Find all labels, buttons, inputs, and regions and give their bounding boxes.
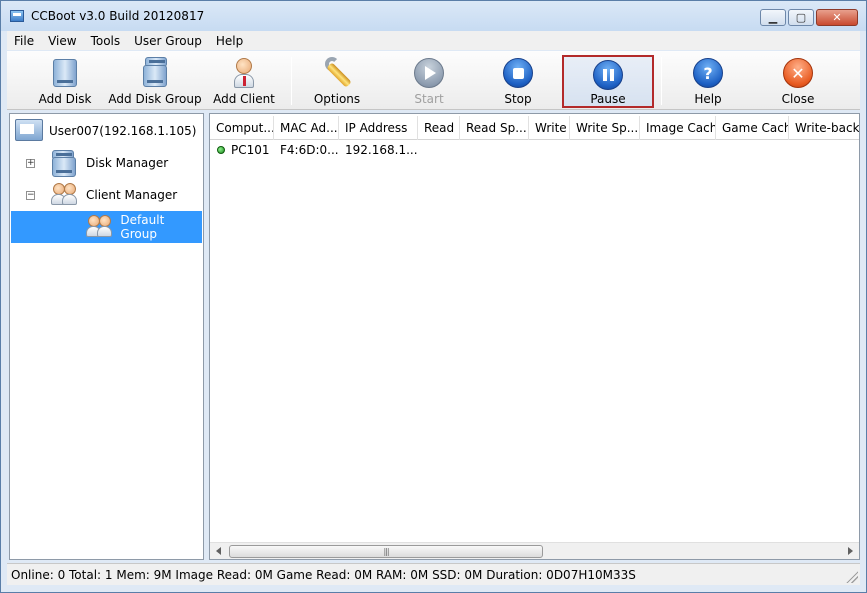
play-icon (413, 57, 445, 89)
default-group-icon (85, 213, 114, 241)
close-icon: ✕ (832, 11, 842, 24)
add-disk-label: Add Disk (38, 92, 92, 106)
minimize-icon: ▁ (768, 11, 778, 24)
scroll-left-icon[interactable] (216, 547, 221, 555)
table-row[interactable]: PC101 F4:6D:0... 192.168.1.... (210, 140, 418, 160)
menu-help[interactable]: Help (209, 34, 250, 48)
help-button[interactable]: ? Help (683, 51, 733, 108)
server-icon (13, 117, 47, 145)
options-button[interactable]: Options (309, 51, 365, 108)
add-client-button[interactable]: Add Client (210, 51, 278, 108)
column-read[interactable]: Read (418, 116, 460, 140)
grip-icon: ||| (383, 547, 389, 556)
cell-ip-address: 192.168.1.... (345, 143, 418, 157)
close-window-button[interactable]: ✕ (816, 9, 858, 26)
navigation-tree[interactable]: User007(192.168.1.105) + Disk Manager − … (9, 113, 204, 560)
column-write[interactable]: Write (529, 116, 570, 140)
column-ip-address[interactable]: IP Address (339, 116, 418, 140)
column-computer[interactable]: Comput... (210, 116, 274, 140)
column-game-cache[interactable]: Game Cache (716, 116, 789, 140)
app-window: CCBoot v3.0 Build 20120817 ▁ ▢ ✕ File Vi… (0, 0, 867, 593)
menu-file[interactable]: File (7, 34, 41, 48)
pause-label: Pause (590, 92, 626, 106)
disk-icon (49, 57, 81, 89)
cell-mac-address: F4:6D:0... (280, 143, 339, 157)
client-icon (228, 57, 260, 89)
client-manager-label: Client Manager (86, 188, 178, 202)
help-icon: ? (692, 57, 724, 89)
start-button[interactable]: Start (403, 51, 455, 108)
add-client-label: Add Client (213, 92, 275, 106)
expand-disk-manager-icon[interactable]: + (26, 159, 35, 168)
column-image-cache[interactable]: Image Cache (640, 116, 716, 140)
tree-item-client-manager[interactable]: Client Manager (50, 181, 177, 209)
status-text: Online: 0 Total: 1 Mem: 9M Image Read: 0… (11, 567, 636, 582)
pause-button[interactable]: Pause (562, 55, 654, 108)
maximize-icon: ▢ (795, 11, 807, 24)
options-label: Options (313, 92, 361, 106)
add-disk-group-button[interactable]: Add Disk Group (108, 51, 202, 108)
computer-name: PC101 (231, 143, 270, 157)
tree-item-disk-manager[interactable]: Disk Manager (50, 149, 168, 177)
minimize-button[interactable]: ▁ (760, 9, 786, 26)
title-bar[interactable]: CCBoot v3.0 Build 20120817 ▁ ▢ ✕ (1, 1, 866, 31)
column-write-back-cache[interactable]: Write-back C (789, 116, 859, 140)
pause-icon (592, 59, 624, 90)
online-status-icon (217, 146, 225, 154)
add-disk-group-label: Add Disk Group (108, 92, 202, 106)
menu-tools[interactable]: Tools (84, 34, 128, 48)
stop-label: Stop (504, 92, 532, 106)
close-circle-icon: ✕ (782, 57, 814, 89)
maximize-button[interactable]: ▢ (788, 9, 814, 26)
toolbar: Add Disk Add Disk Group Add Client Optio… (7, 51, 860, 110)
menu-user-group[interactable]: User Group (127, 34, 209, 48)
resize-grip-icon[interactable] (846, 571, 858, 583)
collapse-client-manager-icon[interactable]: − (26, 191, 35, 200)
default-group-label: Default Group (120, 213, 165, 241)
column-mac-address[interactable]: MAC Ad... (274, 116, 339, 140)
list-header: Comput... MAC Ad... IP Address Read Read… (210, 116, 859, 140)
disk-group-icon (139, 57, 171, 89)
scrollbar-thumb[interactable]: ||| (229, 545, 543, 558)
status-bar: Online: 0 Total: 1 Mem: 9M Image Read: 0… (7, 563, 860, 585)
tree-root-label: User007(192.168.1.105) (49, 124, 197, 138)
tree-item-default-group[interactable]: Default Group (85, 213, 203, 241)
client-group-icon (50, 181, 80, 209)
menu-bar: File View Tools User Group Help (7, 31, 860, 50)
scroll-right-icon[interactable] (848, 547, 853, 555)
column-write-speed[interactable]: Write Sp... (570, 116, 640, 140)
window-controls: ▁ ▢ ✕ (758, 9, 858, 26)
tree-root-server[interactable]: User007(192.168.1.105) (13, 117, 196, 145)
close-app-button[interactable]: ✕ Close (773, 51, 823, 108)
menu-view[interactable]: View (41, 34, 83, 48)
close-label: Close (781, 92, 815, 106)
app-icon (10, 10, 24, 22)
help-label: Help (694, 92, 722, 106)
stop-button[interactable]: Stop (493, 51, 543, 108)
horizontal-scrollbar[interactable]: ||| (210, 542, 859, 559)
toolbar-separator (291, 57, 292, 105)
cell-computer: PC101 (210, 140, 274, 160)
start-label: Start (414, 92, 444, 106)
column-read-speed[interactable]: Read Sp... (460, 116, 529, 140)
client-list[interactable]: Comput... MAC Ad... IP Address Read Read… (209, 113, 860, 560)
wrench-icon (321, 57, 353, 89)
stop-icon (502, 57, 534, 89)
add-disk-button[interactable]: Add Disk (35, 51, 95, 108)
disk-manager-label: Disk Manager (86, 156, 169, 170)
toolbar-separator (661, 57, 662, 105)
window-title: CCBoot v3.0 Build 20120817 (31, 9, 205, 23)
disk-manager-icon (50, 149, 80, 177)
